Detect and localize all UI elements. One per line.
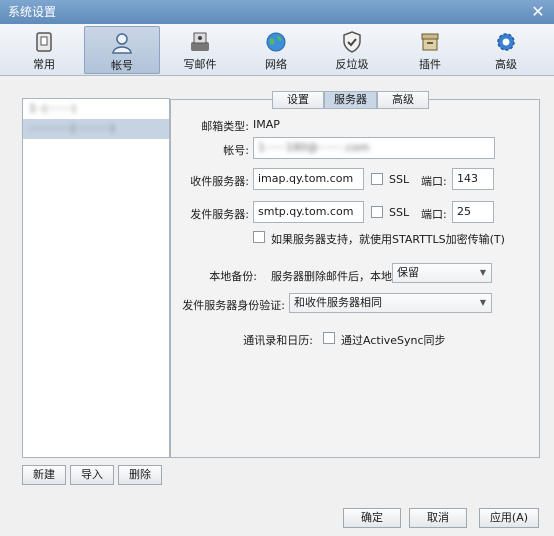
outgoing-port-input[interactable]: 25: [452, 201, 494, 223]
mail-type-value: IMAP: [253, 118, 280, 131]
tab-server[interactable]: 服务器: [324, 91, 377, 109]
settings-toolbar: 常用 帐号 写邮件 网络 反垃圾 插件 高级: [0, 24, 554, 76]
dialog-footer: 确定 取消 应用(A): [0, 498, 554, 536]
title-bar: 系统设置 ✕: [0, 0, 554, 24]
window-title: 系统设置: [8, 5, 57, 19]
toolbar-label: 网络: [265, 58, 287, 71]
smtp-auth-value: 和收件服务器相同: [294, 296, 382, 309]
account-label: 帐号:: [223, 144, 249, 157]
account-list[interactable]: 1··(·······) ············(··········): [22, 98, 170, 458]
cancel-button[interactable]: 取消: [409, 508, 467, 528]
account-list-item[interactable]: 1··(·······): [23, 99, 169, 119]
chevron-down-icon: ▼: [479, 268, 486, 277]
settings-content: 1··(·······) ············(··········) 新建…: [8, 84, 546, 497]
starttls-checkbox[interactable]: [253, 231, 265, 243]
toolbar-label: 插件: [419, 58, 441, 71]
account-field[interactable]: 1······180@·······.com: [253, 137, 495, 159]
account-list-item[interactable]: ············(··········): [23, 119, 169, 139]
toolbar-item-compose[interactable]: 写邮件: [162, 26, 238, 74]
new-account-button[interactable]: 新建: [22, 465, 66, 485]
activesync-checkbox[interactable]: [323, 332, 335, 344]
incoming-server-input[interactable]: imap.qy.tom.com: [253, 168, 364, 190]
toolbar-label: 写邮件: [183, 58, 217, 71]
toolbar-label: 反垃圾: [335, 58, 369, 71]
toolbar-label: 高级: [495, 58, 517, 71]
starttls-label: 如果服务器支持，就使用STARTTLS加密传输(T): [271, 233, 505, 246]
incoming-port-input[interactable]: 143: [452, 168, 494, 190]
outgoing-ssl-checkbox[interactable]: [371, 206, 383, 218]
toolbar-item-general[interactable]: 常用: [6, 26, 82, 74]
plugin-box-icon: [421, 33, 439, 51]
toolbar-item-network[interactable]: 网络: [238, 26, 314, 74]
incoming-ssl-label: SSL: [389, 173, 410, 186]
incoming-port-label: 端口:: [421, 175, 447, 188]
gear-icon: [497, 33, 515, 51]
outgoing-port-label: 端口:: [421, 208, 447, 221]
incoming-ssl-checkbox[interactable]: [371, 173, 383, 185]
toolbar-item-advanced[interactable]: 高级: [468, 26, 544, 74]
user-icon: [112, 33, 132, 54]
apply-button[interactable]: 应用(A): [479, 508, 539, 528]
activesync-label: 通过ActiveSync同步: [341, 334, 446, 347]
tab-settings[interactable]: 设置: [272, 91, 324, 109]
toolbar-item-plugins[interactable]: 插件: [392, 26, 468, 74]
local-backup-select[interactable]: 保留 ▼: [392, 263, 492, 283]
contacts-calendar-label: 通讯录和日历:: [243, 334, 313, 347]
tab-advanced[interactable]: 高级: [377, 91, 429, 109]
close-button[interactable]: ✕: [530, 0, 546, 24]
incoming-server-label: 收件服务器:: [190, 175, 249, 188]
shield-icon: [343, 31, 361, 53]
globe-icon: [266, 32, 286, 52]
import-account-button[interactable]: 导入: [70, 465, 114, 485]
smtp-auth-select[interactable]: 和收件服务器相同 ▼: [289, 293, 492, 313]
outgoing-server-label: 发件服务器:: [190, 208, 249, 221]
settings-icon: [36, 32, 52, 52]
account-value: 1······180@·······.com: [258, 141, 370, 154]
ok-button[interactable]: 确定: [343, 508, 401, 528]
outgoing-server-input[interactable]: smtp.qy.tom.com: [253, 201, 364, 223]
account-name: ············(··········): [29, 122, 115, 135]
local-backup-label: 本地备份:: [209, 270, 257, 283]
mail-type-label: 邮箱类型:: [201, 120, 249, 133]
compose-icon: [191, 32, 209, 51]
local-backup-desc: 服务器删除邮件后，本地: [271, 270, 392, 283]
chevron-down-icon: ▼: [479, 298, 486, 307]
toolbar-label: 常用: [33, 58, 55, 71]
delete-account-button[interactable]: 删除: [118, 465, 162, 485]
toolbar-label: 帐号: [111, 59, 133, 72]
toolbar-item-antispam[interactable]: 反垃圾: [314, 26, 390, 74]
smtp-auth-label: 发件服务器身份验证:: [182, 299, 285, 312]
account-name: 1··(·······): [29, 102, 77, 115]
local-backup-value: 保留: [397, 266, 419, 279]
server-settings-panel: 邮箱类型: IMAP 帐号: 1······180@·······.com 收件…: [170, 99, 540, 458]
toolbar-item-account[interactable]: 帐号: [84, 26, 160, 74]
outgoing-ssl-label: SSL: [389, 206, 410, 219]
